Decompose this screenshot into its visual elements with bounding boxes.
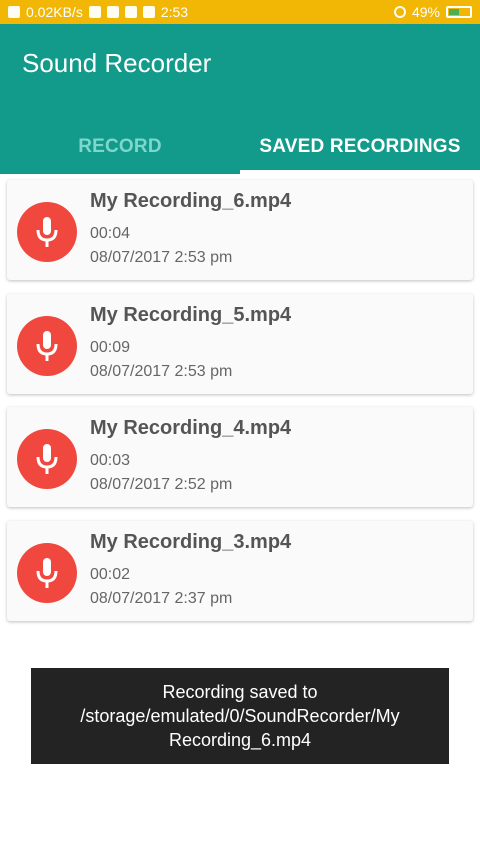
recording-info: My Recording_5.mp4 00:09 08/07/2017 2:53… bbox=[90, 304, 291, 381]
recording-duration: 00:09 bbox=[90, 339, 131, 356]
wifi-icon bbox=[88, 6, 101, 18]
tab-saved-recordings[interactable]: SAVED RECORDINGS bbox=[240, 120, 480, 174]
recording-info: My Recording_3.mp4 00:02 08/07/2017 2:37… bbox=[90, 531, 291, 608]
tab-bar: RECORD SAVED RECORDINGS bbox=[0, 120, 480, 174]
status-left: 0.02KB/s 2:53 bbox=[8, 4, 188, 20]
network-speed: 0.02KB/s bbox=[26, 4, 83, 20]
list-item[interactable]: My Recording_6.mp4 00:04 08/07/2017 2:53… bbox=[7, 180, 473, 280]
recording-duration: 00:02 bbox=[90, 566, 131, 583]
recording-name: My Recording_6.mp4 bbox=[90, 190, 292, 212]
usb-icon bbox=[142, 6, 155, 18]
recording-duration: 00:04 bbox=[90, 225, 131, 242]
status-right: 49% bbox=[393, 4, 472, 20]
status-bar: 0.02KB/s 2:53 49% bbox=[0, 0, 480, 24]
recording-date: 08/07/2017 2:53 pm bbox=[90, 249, 233, 266]
recording-info: My Recording_4.mp4 00:03 08/07/2017 2:52… bbox=[90, 417, 291, 494]
clock: 2:53 bbox=[160, 4, 189, 20]
toast-message: Recording saved to /storage/emulated/0/S… bbox=[31, 668, 449, 764]
tab-record[interactable]: RECORD bbox=[0, 120, 240, 174]
battery-percent: 49% bbox=[411, 4, 440, 20]
app-title: Sound Recorder bbox=[22, 48, 212, 78]
list-item[interactable]: My Recording_3.mp4 00:02 08/07/2017 2:37… bbox=[7, 521, 473, 621]
mic-icon bbox=[17, 202, 77, 262]
sync-icon bbox=[393, 6, 406, 18]
recording-date: 08/07/2017 2:52 pm bbox=[90, 476, 233, 493]
recording-name: My Recording_3.mp4 bbox=[90, 531, 292, 553]
list-item[interactable]: My Recording_5.mp4 00:09 08/07/2017 2:53… bbox=[7, 294, 473, 394]
mic-icon bbox=[17, 543, 77, 603]
recording-duration: 00:03 bbox=[90, 452, 131, 469]
recording-info: My Recording_6.mp4 00:04 08/07/2017 2:53… bbox=[90, 190, 291, 267]
recording-name: My Recording_4.mp4 bbox=[90, 417, 292, 439]
toast-text: Recording saved to /storage/emulated/0/S… bbox=[80, 682, 400, 750]
battery-icon bbox=[446, 6, 472, 18]
recording-name: My Recording_5.mp4 bbox=[90, 304, 292, 326]
signal-icon bbox=[8, 6, 20, 18]
app-bar: Sound Recorder RECORD SAVED RECORDINGS bbox=[0, 24, 480, 174]
cat-icon bbox=[124, 6, 137, 18]
list-item[interactable]: My Recording_4.mp4 00:03 08/07/2017 2:52… bbox=[7, 407, 473, 507]
recording-date: 08/07/2017 2:53 pm bbox=[90, 363, 233, 380]
recording-date: 08/07/2017 2:37 pm bbox=[90, 590, 233, 607]
mic-icon bbox=[17, 316, 77, 376]
image-icon bbox=[106, 6, 119, 18]
mic-icon bbox=[17, 429, 77, 489]
